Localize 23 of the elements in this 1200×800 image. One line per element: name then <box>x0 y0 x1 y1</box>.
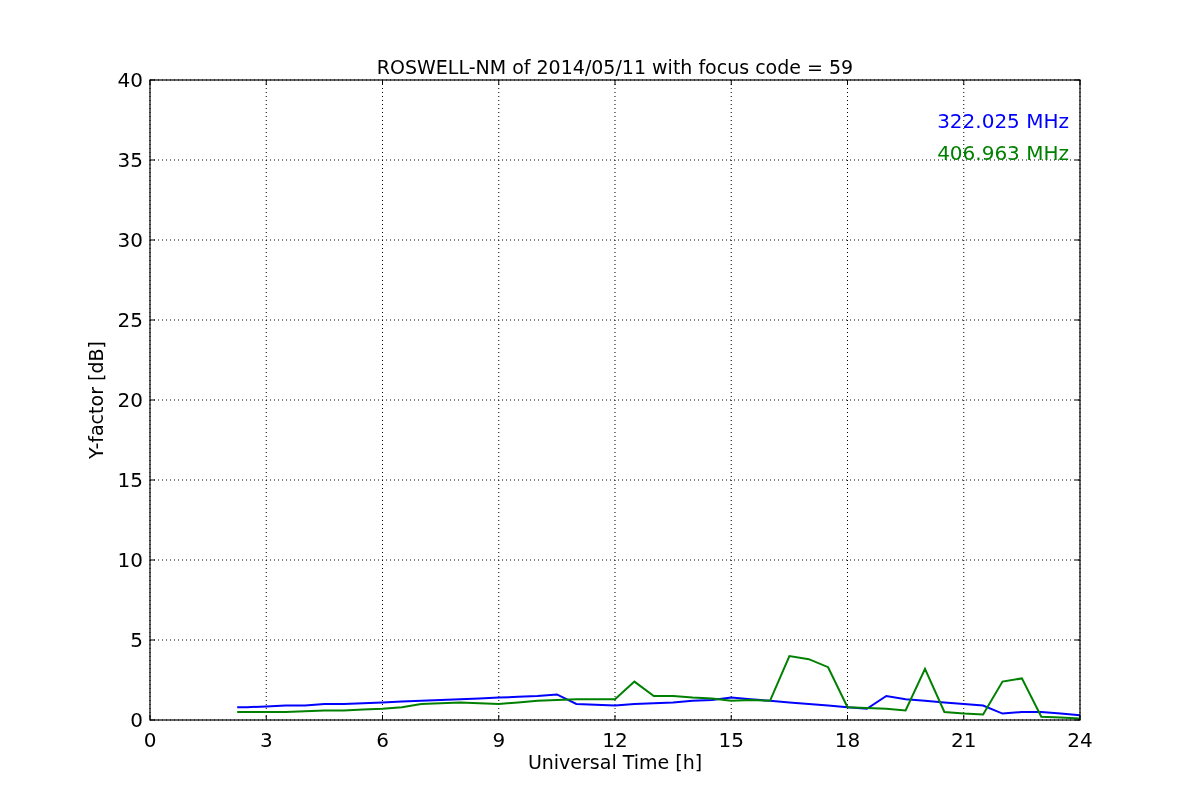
y-tick-label: 35 <box>117 148 143 172</box>
y-tick-label: 20 <box>117 388 143 412</box>
y-tick-label: 25 <box>117 308 143 332</box>
x-tick-label: 3 <box>259 728 273 752</box>
y-tick-label: 40 <box>117 68 143 92</box>
x-tick-label: 21 <box>951 728 977 752</box>
y-axis-label: Y-factor [dB] <box>85 341 107 459</box>
legend-label: 322.025 MHz <box>937 109 1069 133</box>
x-tick-label: 12 <box>602 728 628 752</box>
x-tick-label: 24 <box>1067 728 1093 752</box>
x-tick-label: 18 <box>834 728 861 752</box>
y-tick-label: 15 <box>117 468 143 492</box>
x-axis-label: Universal Time [h] <box>527 751 703 773</box>
x-tick-label: 9 <box>492 728 506 752</box>
y-tick-label: 10 <box>117 548 143 572</box>
y-tick-label: 5 <box>130 628 143 652</box>
chart-title: ROSWELL-NM of 2014/05/11 with focus code = 59 <box>376 56 854 78</box>
x-tick-label: 15 <box>718 728 744 752</box>
y-tick-label: 0 <box>130 708 143 732</box>
x-tick-label: 0 <box>143 728 157 752</box>
x-tick-label: 6 <box>376 728 389 752</box>
legend-label: 406.963 MHz <box>937 141 1069 165</box>
y-tick-label: 30 <box>117 228 143 252</box>
